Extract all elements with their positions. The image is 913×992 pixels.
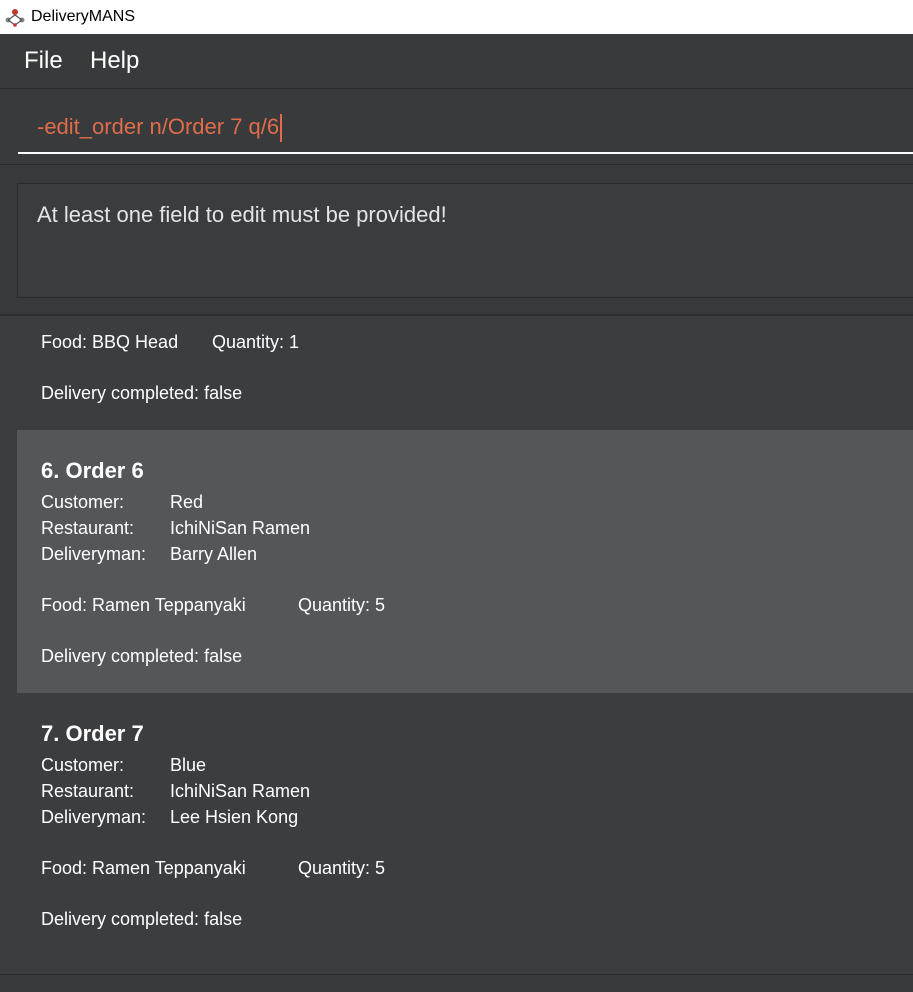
order-quantity: Quantity: 5: [298, 595, 386, 615]
order-quantity: Quantity: 5: [298, 858, 386, 878]
order-delivery-status: Delivery completed: false: [41, 383, 243, 403]
order-card-7[interactable]: 7. Order 7 Customer: Blue Restaurant: Ic…: [17, 693, 913, 956]
order-delivery-status: Delivery completed: false: [41, 646, 243, 666]
restaurant-label: Restaurant:: [41, 518, 135, 538]
result-message: At least one field to edit must be provi…: [37, 202, 447, 227]
order-quantity: Quantity: 1: [212, 334, 300, 352]
customer-label: Customer:: [41, 755, 125, 775]
title-bar: DeliveryMANS: [0, 0, 913, 34]
order-food: Food: Ramen Teppanyaki: [41, 595, 246, 615]
deliveryman-value: Barry Allen: [170, 544, 258, 564]
order-card-6[interactable]: 6. Order 6 Customer: Red Restaurant: Ich…: [17, 430, 913, 693]
window-title: DeliveryMANS: [31, 8, 136, 25]
result-display-panel: At least one field to edit must be provi…: [0, 164, 913, 315]
deliveryman-label: Deliveryman:: [41, 807, 147, 827]
menu-help[interactable]: Help: [90, 44, 139, 78]
delivery-app-icon: [5, 9, 25, 27]
order-delivery-status: Delivery completed: false: [41, 909, 243, 929]
restaurant-label: Restaurant:: [41, 781, 135, 801]
restaurant-value: IchiNiSan Ramen: [170, 518, 311, 538]
customer-label: Customer:: [41, 492, 125, 512]
order-card-partial[interactable]: Food: BBQ Head Quantity: 1 Delivery comp…: [17, 334, 913, 430]
deliveryman-value: Lee Hsien Kong: [170, 807, 299, 827]
menu-file[interactable]: File: [24, 44, 63, 78]
command-box-panel: -edit_order n/Order 7 q/6: [0, 88, 913, 165]
order-title: 7. Order 7: [41, 721, 144, 746]
order-title: 6. Order 6: [41, 458, 144, 483]
order-list[interactable]: Food: BBQ Head Quantity: 1 Delivery comp…: [17, 334, 913, 972]
deliveryman-label: Deliveryman:: [41, 544, 147, 564]
status-bar: [0, 974, 913, 992]
menu-bar: File Help: [0, 34, 913, 88]
customer-value: Red: [170, 492, 204, 512]
order-list-panel: Food: BBQ Head Quantity: 1 Delivery comp…: [0, 314, 913, 976]
command-input[interactable]: -edit_order n/Order 7 q/6: [18, 102, 913, 154]
customer-value: Blue: [170, 755, 207, 775]
command-input-text[interactable]: -edit_order n/Order 7 q/6: [37, 112, 282, 143]
order-food: Food: BBQ Head: [41, 334, 179, 352]
text-caret: [280, 114, 282, 143]
order-food: Food: Ramen Teppanyaki: [41, 858, 246, 878]
result-display: At least one field to edit must be provi…: [17, 183, 913, 298]
restaurant-value: IchiNiSan Ramen: [170, 781, 311, 801]
